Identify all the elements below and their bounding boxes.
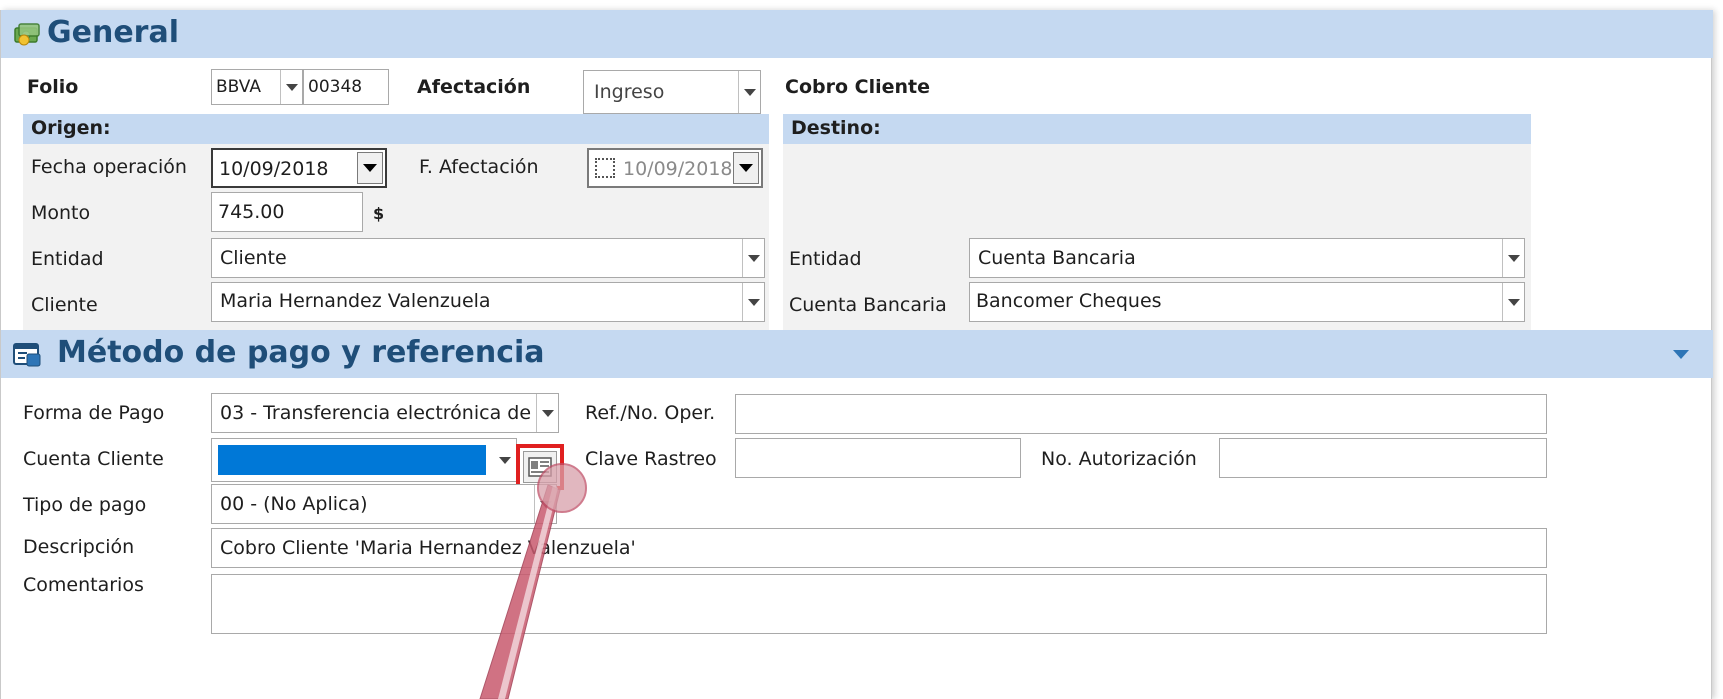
annotation-pointer — [479, 463, 587, 699]
pointer-click-marker — [537, 463, 587, 513]
